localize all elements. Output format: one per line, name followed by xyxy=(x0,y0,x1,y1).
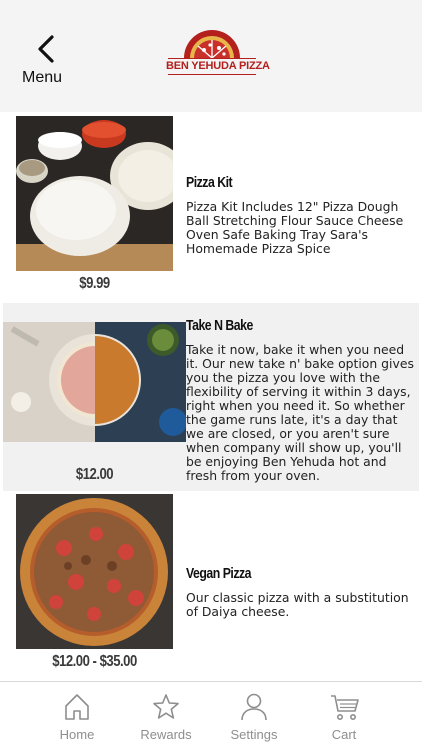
item-price: $12.00 - $35.00 xyxy=(52,653,137,670)
item-description: Our classic pizza with a substitution of… xyxy=(186,590,409,619)
pizza-kit-image xyxy=(16,116,173,271)
tab-label: Rewards xyxy=(140,727,192,742)
item-name: Pizza Kit xyxy=(186,174,233,191)
tab-rewards[interactable]: Rewards xyxy=(121,682,211,750)
menu-label: Menu xyxy=(22,69,63,86)
take-n-bake-image xyxy=(3,322,186,442)
brand-logo: BEN YEHUDA PIZZA xyxy=(166,28,270,80)
tab-bar: Home Rewards Settings Cart xyxy=(0,681,422,750)
home-icon xyxy=(65,694,89,720)
item-price: $9.99 xyxy=(79,275,110,292)
tab-cart[interactable]: Cart xyxy=(299,682,389,750)
menu-button[interactable]: Menu xyxy=(18,30,68,90)
star-icon xyxy=(153,694,179,719)
chevron-left-icon xyxy=(38,35,54,63)
tab-settings[interactable]: Settings xyxy=(209,682,299,750)
cart-icon xyxy=(331,695,359,720)
app-header: Menu BEN YEHUDA PIZZA xyxy=(0,0,422,112)
menu-item-take-n-bake[interactable]: $12.00 Take N Bake Take it now, bake it … xyxy=(0,303,422,493)
vegan-pizza-image xyxy=(16,494,173,649)
tab-label: Settings xyxy=(230,727,278,742)
logo-rule-bottom xyxy=(168,74,256,75)
menu-item-vegan-pizza[interactable]: $12.00 - $35.00 Vegan Pizza Our classic … xyxy=(0,493,422,681)
item-description: Pizza Kit Includes 12" Pizza Dough Ball … xyxy=(186,199,404,256)
item-name: Take N Bake xyxy=(186,317,253,334)
pizza-logo-icon xyxy=(184,30,240,59)
logo-rule-top xyxy=(168,58,256,59)
item-price: $12.00 xyxy=(75,466,114,483)
person-icon xyxy=(241,693,267,721)
tab-label: Home xyxy=(59,727,95,742)
item-name: Vegan Pizza xyxy=(186,565,252,582)
item-description: Take it now, bake it when you need it. O… xyxy=(186,342,414,483)
menu-item-pizza-kit[interactable]: $9.99 Pizza Kit Pizza Kit Includes 12" P… xyxy=(0,112,422,302)
tab-label: Cart xyxy=(331,727,357,742)
logo-text: BEN YEHUDA PIZZA xyxy=(166,60,270,72)
tab-home[interactable]: Home xyxy=(32,682,122,750)
